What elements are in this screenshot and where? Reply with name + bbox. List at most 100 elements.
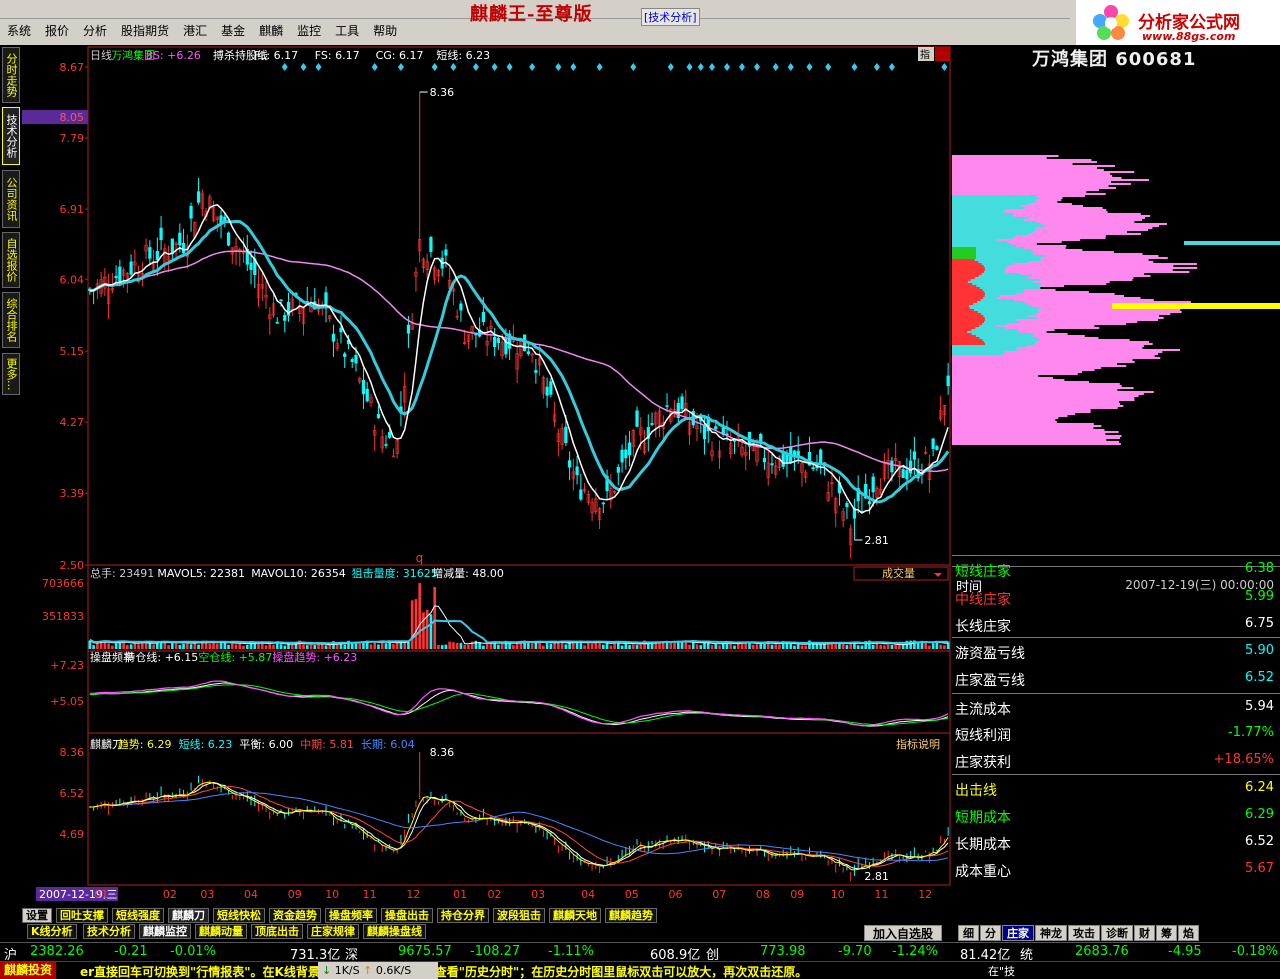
indicator-tab-1[interactable]: 回吐支撑 [56, 908, 108, 923]
volume-bar [860, 645, 864, 649]
indicator-tab-11[interactable]: 麒麟趋势 [605, 908, 657, 923]
view-tab-2[interactable]: 麒麟监控 [139, 924, 191, 939]
indicator-tab-10[interactable]: 麒麟天地 [549, 908, 601, 923]
chip-bar [952, 181, 1112, 183]
left-tab-0[interactable]: 分时走势 [2, 47, 20, 103]
menu-item-6[interactable]: 麒麟 [252, 21, 290, 41]
right-tab-6[interactable]: 财 [1134, 925, 1155, 941]
candle-body [339, 327, 343, 333]
indicator-value: 5.94 [1245, 699, 1274, 714]
left-tab-4[interactable]: 综合排名 [2, 292, 20, 348]
menu-item-2[interactable]: 分析 [76, 21, 114, 41]
signal-diamond [491, 63, 498, 71]
right-tab-0[interactable]: 细 [958, 925, 979, 941]
chip-profile [952, 155, 1198, 445]
candle-body [376, 413, 381, 419]
menu-item-5[interactable]: 基金 [214, 21, 252, 41]
chip-bar [952, 375, 1039, 377]
right-tab-5[interactable]: 诊断 [1101, 925, 1133, 941]
chip-bar-red [952, 301, 978, 303]
menu-item-7[interactable]: 监控 [290, 21, 328, 41]
menu-item-1[interactable]: 报价 [38, 21, 76, 41]
candle-body [384, 444, 388, 446]
right-tab-3[interactable]: 神龙 [1035, 925, 1067, 941]
main-panel-header-item: 短线: 6.23 [436, 48, 490, 62]
candle-body [406, 324, 411, 334]
volume-bar [264, 645, 268, 649]
right-tab-4[interactable]: 攻击 [1068, 925, 1100, 941]
indicator-tab-0[interactable]: 设置 [22, 908, 52, 923]
candle-body [275, 322, 279, 324]
indicator-tab-5[interactable]: 资金趋势 [269, 908, 321, 923]
indicator-help-label: 指标说明 [896, 737, 940, 751]
signal-diamond [397, 63, 404, 71]
chip-bar-red [952, 323, 983, 325]
cost-line-cyan [1184, 241, 1280, 245]
main-panel-header-item: CG: 6.17 [376, 49, 424, 62]
stock-charts-svg[interactable]: 日线 万鸿集团BS: +6.26 搏杀持股线FL: 6.17 FS: 6.17 CG: … [22, 45, 952, 907]
volume-bar [429, 614, 433, 649]
ma-long-line [89, 250, 949, 473]
indicator-tab-9[interactable]: 波段狙击 [493, 908, 545, 923]
indicator-tab-6[interactable]: 操盘频率 [325, 908, 377, 923]
left-tab-5[interactable]: 更多... [2, 353, 20, 395]
volume-bar [223, 643, 227, 649]
menu-item-0[interactable]: 系统 [0, 21, 38, 41]
view-tab-1[interactable]: 技术分析 [83, 924, 135, 939]
main-panel-header-item: 日线 [90, 48, 112, 62]
indicator-row: 长期成本 6.52 [952, 830, 1280, 856]
volume-bar [452, 642, 455, 649]
view-tab-5[interactable]: 庄家规律 [307, 924, 359, 939]
ticker-item: 2382.26 [30, 944, 84, 959]
candle-body [890, 460, 894, 473]
indicator-tab-2[interactable]: 短线强度 [112, 908, 164, 923]
technical-analysis-mode-button[interactable]: [技术分析] [641, 8, 700, 26]
volume-bar [129, 644, 133, 649]
view-tab-0[interactable]: K线分析 [27, 924, 77, 939]
right-panel-tabs: 细分庄家 神龙 攻击 诊断财筹焰 [958, 925, 1200, 941]
chip-bar [952, 161, 1097, 163]
chip-bar [952, 401, 1120, 403]
view-tab-4[interactable]: 顶底出击 [251, 924, 303, 939]
volume-bar [856, 645, 860, 649]
candle-body [871, 476, 875, 493]
volume-panel-header-item: MAVOL10: 26354 [251, 567, 346, 580]
right-tab-8[interactable]: 焰 [1178, 925, 1199, 941]
indicator-label: 长线庄家 [955, 619, 1011, 635]
chip-bar-red [952, 261, 979, 263]
view-tab-3[interactable]: 麒麟动量 [195, 924, 247, 939]
chip-bar-red [952, 269, 985, 271]
chip-bar [952, 411, 1091, 413]
indicator-tab-7[interactable]: 操盘出击 [381, 908, 433, 923]
add-favorite-button[interactable]: 加入自选股 [864, 925, 943, 941]
indicator-tab-4[interactable]: 短线快松 [213, 908, 265, 923]
candle-body [601, 502, 605, 505]
menu-item-4[interactable]: 港汇 [176, 21, 214, 41]
indicator-tabs: 加入自选股 设置 回吐支撑 短线强度 麒麟刀 短线快松 资金趋势 操盘频率 操盘出击 持仓分界波… [22, 907, 952, 941]
indicator-tab-3[interactable]: 麒麟刀 [168, 908, 209, 923]
volume-panel-header-item: 总手: 23491 [90, 566, 154, 580]
x-month-label: 03 [200, 888, 214, 901]
chip-bar-red [952, 339, 983, 341]
left-tab-3[interactable]: 自选报价 [2, 232, 20, 288]
menu-item-8[interactable]: 工具 [328, 21, 366, 41]
indicator-tab-8[interactable]: 持仓分界 [437, 908, 489, 923]
left-tab-1[interactable]: 技术分析 [2, 107, 20, 165]
menu-item-3[interactable]: 股指期货 [114, 21, 176, 41]
volume-bar [305, 645, 309, 649]
chip-bar-red [952, 293, 985, 295]
chip-bar-cyan [952, 349, 1019, 351]
menu-item-9[interactable]: 帮助 [366, 21, 404, 41]
view-tab-6[interactable]: 麒麟操盘线 [363, 924, 426, 939]
candle-body [545, 386, 549, 396]
knife-candles [89, 751, 949, 882]
chip-bar-red [952, 315, 984, 317]
right-tab-1[interactable]: 分 [980, 925, 1001, 941]
right-tab-2[interactable]: 庄家 [1002, 925, 1034, 941]
volume-bar [549, 643, 553, 649]
indicator-row: 短线庄家 6.38 [952, 557, 1280, 583]
close-panel-icon[interactable] [935, 47, 950, 61]
right-tab-7[interactable]: 筹 [1156, 925, 1177, 941]
left-tab-2[interactable]: 公司资讯 [2, 170, 20, 228]
indicator-row: 成本重心 5.67 [952, 857, 1280, 883]
